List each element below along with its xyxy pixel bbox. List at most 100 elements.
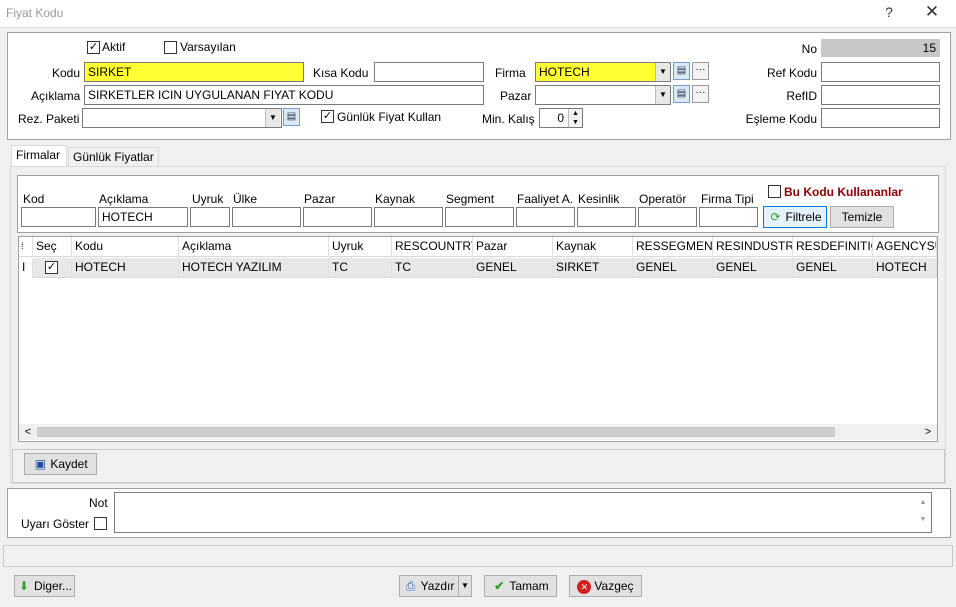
scroll-thumb[interactable] [37,427,835,437]
pazar-lookup-icon[interactable]: ▤ [673,85,690,103]
yazdir-dropdown-icon[interactable]: ▼ [458,575,472,597]
ref-kodu-label: Ref Kodu [766,66,817,80]
yazdir-label: Yazdır [420,579,455,593]
row-sec-cell[interactable]: ✓ [33,258,72,278]
filter-faaliyet-input[interactable] [516,207,575,227]
table-row[interactable]: I ✓ HOTECH HOTECH YAZILIM TC TC GENEL SI… [19,258,937,278]
pazar-select[interactable] [535,85,671,105]
save-icon: ▣ [34,457,46,471]
rez-paketi-select[interactable] [82,108,282,128]
uyari-goster-checkbox[interactable] [94,517,107,530]
horizontal-scrollbar[interactable]: < > [19,424,937,440]
tab-firmalar[interactable]: Firmalar [11,145,67,167]
filter-label-uyruk: Uyruk [192,192,224,206]
aktif-label: Aktif [102,40,126,54]
help-button[interactable]: ? [882,4,896,20]
yazdir-button[interactable]: ⎙ Yazdır [399,575,459,597]
tamam-label: Tamam [509,579,549,593]
col-resindustry[interactable]: RESINDUSTRY [713,237,793,257]
refid-input[interactable] [821,85,940,105]
col-resdefinition[interactable]: RESDEFINITION [793,237,873,257]
firma-select[interactable]: HOTECH [535,62,671,82]
cell-kaynak: SIRKET [553,258,633,278]
vazgec-button[interactable]: ✕ Vazgeç [569,575,642,597]
filter-segment-input[interactable] [445,207,514,227]
cell-ressegment: GENEL [633,258,713,278]
col-aciklama[interactable]: Açıklama [179,237,329,257]
title-bar: Fiyat Kodu ? ✕ [0,0,956,28]
cell-uyruk: TC [329,258,392,278]
kaydet-button[interactable]: ▣ Kaydet [24,453,97,475]
col-kaynak[interactable]: Kaynak [553,237,633,257]
col-pazar[interactable]: Pazar [473,237,553,257]
col-sec[interactable]: Seç [33,237,72,257]
bu-kodu-checkbox[interactable] [768,185,781,198]
aktif-checkbox[interactable]: ✓ [87,41,100,54]
filter-label-kaynak: Kaynak [375,192,416,206]
filter-label-kesinlik: Kesinlik [578,192,620,206]
esleme-kodu-label: Eşleme Kodu [745,112,817,126]
min-kalis-label: Min. Kalış [482,112,535,126]
not-textarea[interactable] [114,492,932,533]
filter-ulke-input[interactable] [232,207,301,227]
not-scrollbar-icon[interactable]: ▲ ▼ [916,494,930,531]
grid-header: ⁞ Seç Kodu Açıklama Uyruk RESCOUNTRY Paz… [19,237,937,257]
firma-ellipsis-button[interactable]: ··· [692,62,709,80]
row-sec-checkbox[interactable]: ✓ [45,261,58,274]
filter-firma-tipi-input[interactable] [699,207,758,227]
close-button[interactable]: ✕ [922,2,942,22]
refresh-icon: ⟳ [770,210,781,224]
scroll-left-icon[interactable]: < [21,424,35,440]
filter-label-pazar: Pazar [304,192,336,206]
rez-paketi-lookup-icon[interactable]: ▤ [283,108,300,126]
varsayilan-checkbox[interactable] [164,41,177,54]
kodu-input[interactable]: SIRKET [84,62,304,82]
diger-button[interactable]: ⬇ Diger... [14,575,75,597]
uyari-goster-label: Uyarı Göster [21,517,90,531]
pazar-dropdown-icon[interactable]: ▼ [655,86,670,104]
filter-kaynak-input[interactable] [374,207,443,227]
rez-paketi-dropdown-icon[interactable]: ▼ [265,109,280,127]
grid-menu-icon[interactable]: ⁞ [19,237,33,257]
cell-kodu: HOTECH [72,258,179,278]
gunluk-fiyat-label: Günlük Fiyat Kullan [337,110,442,124]
esleme-kodu-input[interactable] [821,108,940,128]
firmalar-grid: ⁞ Seç Kodu Açıklama Uyruk RESCOUNTRY Paz… [18,236,938,442]
firma-dropdown-icon[interactable]: ▼ [655,63,670,81]
col-rescountry[interactable]: RESCOUNTRY [392,237,473,257]
cell-aciklama: HOTECH YAZILIM [179,258,329,278]
vazgec-label: Vazgeç [594,579,634,593]
filter-uyruk-input[interactable] [190,207,230,227]
print-icon: ⎙ [405,579,416,593]
cancel-icon: ✕ [577,580,592,594]
filter-aciklama-input[interactable]: HOTECH [98,207,188,227]
min-kalis-spinner-icon[interactable]: ▲ ▼ [568,109,582,127]
col-ressegment[interactable]: RESSEGMENT [633,237,713,257]
tab-gunluk-fiyatlar[interactable]: Günlük Fiyatlar [68,147,159,167]
tamam-button[interactable]: ✔ Tamam [484,575,557,597]
rez-paketi-label: Rez. Paketi [18,112,80,126]
col-kodu[interactable]: Kodu [72,237,179,257]
no-label: No [801,42,817,56]
filtrele-button[interactable]: ⟳ Filtrele [763,206,827,228]
temizle-button[interactable]: Temizle [830,206,894,228]
arrow-down-icon: ⬇ [18,579,30,593]
filter-operator-input[interactable] [638,207,697,227]
kaydet-bar [12,449,945,483]
filter-kesinlik-input[interactable] [577,207,636,227]
pazar-ellipsis-button[interactable]: ··· [692,85,709,103]
gunluk-fiyat-checkbox[interactable]: ✓ [321,110,334,123]
aciklama-input[interactable]: SIRKETLER ICIN UYGULANAN FIYAT KODU [84,85,484,105]
firma-label: Firma [495,66,526,80]
col-agencysu[interactable]: AGENCYSU [873,237,937,257]
scroll-right-icon[interactable]: > [921,424,935,440]
filter-kod-input[interactable] [21,207,96,227]
col-uyruk[interactable]: Uyruk [329,237,392,257]
ref-kodu-input[interactable] [821,62,940,82]
filter-pazar-input[interactable] [303,207,372,227]
filter-label-operator: Operatör [639,192,687,206]
status-bar [3,545,953,567]
kisa-kodu-input[interactable] [374,62,484,82]
cell-rescountry: TC [392,258,473,278]
firma-lookup-icon[interactable]: ▤ [673,62,690,80]
